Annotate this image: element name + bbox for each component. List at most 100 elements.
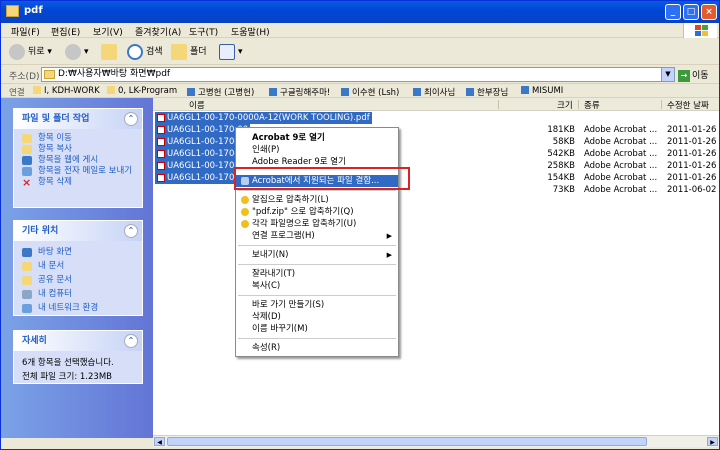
- context-menu: Acrobat 9로 열기 인쇄(P) Adobe Reader 9로 열기 A…: [235, 127, 399, 357]
- link-item[interactable]: MISUMI: [521, 86, 563, 96]
- move-icon: [22, 134, 32, 143]
- link-item[interactable]: 0, LK-Program: [107, 86, 177, 96]
- scrollbar-thumb[interactable]: [167, 437, 647, 446]
- highlight-annotation-box: [234, 167, 410, 190]
- file-size: 181KB: [547, 125, 575, 135]
- menu-compress-alzip[interactable]: 알집으로 압축하기(L): [236, 194, 398, 206]
- link-label: 최이사님: [424, 88, 456, 98]
- horizontal-scrollbar[interactable]: ◀ ▶: [153, 435, 719, 447]
- menu-cut[interactable]: 잘라내기(T): [236, 268, 398, 280]
- folder-icon: [22, 262, 32, 271]
- menu-help[interactable]: 도움말(H): [231, 25, 270, 38]
- pdf-icon: [157, 126, 165, 134]
- menu-rename[interactable]: 이름 바꾸기(M): [236, 323, 398, 335]
- file-folder-tasks-header[interactable]: 파일 및 폴더 작업 ⌃: [14, 109, 142, 129]
- back-label: 뒤로: [28, 47, 45, 57]
- link-item[interactable]: 최이사님: [413, 86, 455, 98]
- maximize-button[interactable]: □: [683, 4, 699, 20]
- menu-send-to[interactable]: 보내기(N) ▶: [236, 249, 398, 261]
- menu-separator: [238, 295, 396, 296]
- address-dropdown-button[interactable]: ▼: [661, 68, 674, 81]
- file-size: 58KB: [552, 137, 575, 147]
- search-button[interactable]: 검색: [127, 42, 163, 62]
- menu-delete[interactable]: 삭제(D): [236, 311, 398, 323]
- task-delete[interactable]: × 항목 삭제: [14, 177, 142, 188]
- link-icon: [521, 86, 529, 94]
- column-divider[interactable]: [578, 100, 579, 109]
- folders-button[interactable]: 폴더: [171, 42, 207, 62]
- column-header: 이름 크기 종류 수정한 날짜: [153, 98, 719, 111]
- link-item[interactable]: I, KDH-WORK: [33, 86, 100, 96]
- back-button[interactable]: 뒤로 ▾: [9, 42, 52, 62]
- link-icon: [341, 88, 349, 96]
- menu-copy[interactable]: 복사(C): [236, 280, 398, 292]
- link-item[interactable]: 고병헌 (고병헌): [187, 86, 254, 98]
- menu-edit[interactable]: 편집(E): [51, 25, 80, 38]
- other-places-header[interactable]: 기타 위치 ⌃: [14, 221, 142, 241]
- collapse-icon[interactable]: ⌃: [124, 334, 138, 348]
- column-name[interactable]: 이름: [189, 99, 205, 111]
- link-label: 고병헌 (고병헌): [198, 88, 255, 98]
- go-button[interactable]: → 이동: [678, 68, 709, 82]
- windows-logo-icon: [683, 23, 717, 38]
- place-desktop[interactable]: 바탕 화면: [14, 245, 142, 259]
- menu-create-shortcut[interactable]: 바로 가기 만들기(S): [236, 299, 398, 311]
- scroll-left-icon[interactable]: ◀: [154, 437, 165, 446]
- link-label: 구글링해주마!: [280, 88, 331, 98]
- menu-compress-each[interactable]: 각각 파일명으로 압축하기(U): [236, 218, 398, 230]
- menu-properties[interactable]: 속성(R): [236, 342, 398, 354]
- menu-view[interactable]: 보기(V): [93, 25, 123, 38]
- scroll-right-icon[interactable]: ▶: [707, 437, 718, 446]
- views-button[interactable]: ▾: [219, 42, 243, 62]
- menu-file[interactable]: 파일(F): [11, 25, 40, 38]
- menu-open-acrobat[interactable]: Acrobat 9로 열기: [236, 132, 398, 144]
- column-divider[interactable]: [498, 100, 499, 109]
- menu-compress-zip[interactable]: "pdf.zip" 으로 압축하기(Q): [236, 206, 398, 218]
- link-icon: [33, 86, 41, 94]
- file-row[interactable]: UA6GL1-00-170-0000A-12(WORK TOOLING).pdf: [153, 112, 719, 124]
- collapse-icon[interactable]: ⌃: [124, 112, 138, 126]
- close-button[interactable]: ×: [701, 4, 717, 20]
- pdf-icon: [157, 150, 165, 158]
- links-label: 연결: [9, 88, 25, 98]
- details-header[interactable]: 자세히 ⌃: [14, 331, 142, 351]
- column-divider[interactable]: [661, 100, 662, 109]
- task-publish-web[interactable]: 항목을 웹에 게시: [14, 155, 142, 166]
- title-bar[interactable]: pdf _ □ ×: [1, 1, 719, 23]
- submenu-arrow-icon: ▶: [386, 232, 392, 240]
- file-name: UA6GL1-00-170-0000A-12(WORK TOOLING).pdf: [155, 112, 372, 124]
- task-label: 항목 복사: [38, 144, 72, 154]
- menu-favorites[interactable]: 즐겨찾기(A): [135, 25, 181, 38]
- column-modified[interactable]: 수정한 날짜: [667, 99, 709, 111]
- submenu-arrow-icon: ▶: [386, 251, 392, 259]
- task-move[interactable]: 항목 이동: [14, 133, 142, 144]
- link-item[interactable]: 구글링해주마!: [269, 86, 330, 98]
- place-network[interactable]: 내 네트워크 환경: [14, 301, 142, 315]
- link-item[interactable]: 이수현 (Lsh): [341, 86, 399, 98]
- pdf-icon: [157, 174, 165, 182]
- up-folder-button[interactable]: [101, 42, 120, 62]
- menu-separator: [238, 190, 396, 191]
- go-arrow-icon: →: [678, 70, 690, 82]
- window-title: pdf: [24, 5, 43, 16]
- address-input[interactable]: D:₩사용자₩바탕 화면₩pdf ▼: [41, 67, 675, 82]
- link-icon: [466, 88, 474, 96]
- file-size: 73KB: [552, 185, 575, 195]
- task-copy[interactable]: 항목 복사: [14, 144, 142, 155]
- link-item[interactable]: 한부장님: [466, 86, 508, 98]
- place-my-documents[interactable]: 내 문서: [14, 259, 142, 273]
- menu-print[interactable]: 인쇄(P): [236, 144, 398, 156]
- folders-icon: [171, 43, 187, 60]
- task-email[interactable]: 항목을 전자 메일로 보내기: [14, 166, 142, 177]
- column-size[interactable]: 크기: [557, 99, 573, 111]
- forward-button[interactable]: ▾: [65, 42, 89, 62]
- menu-tools[interactable]: 도구(T): [189, 25, 218, 38]
- menu-open-with[interactable]: 연결 프로그램(H) ▶: [236, 230, 398, 242]
- minimize-button[interactable]: _: [665, 4, 681, 20]
- file-date: 2011-01-26 오: [667, 149, 720, 159]
- collapse-icon[interactable]: ⌃: [124, 224, 138, 238]
- place-label: 공유 문서: [38, 275, 72, 285]
- column-type[interactable]: 종류: [584, 99, 600, 111]
- place-shared-documents[interactable]: 공유 문서: [14, 273, 142, 287]
- place-my-computer[interactable]: 내 컴퓨터: [14, 287, 142, 301]
